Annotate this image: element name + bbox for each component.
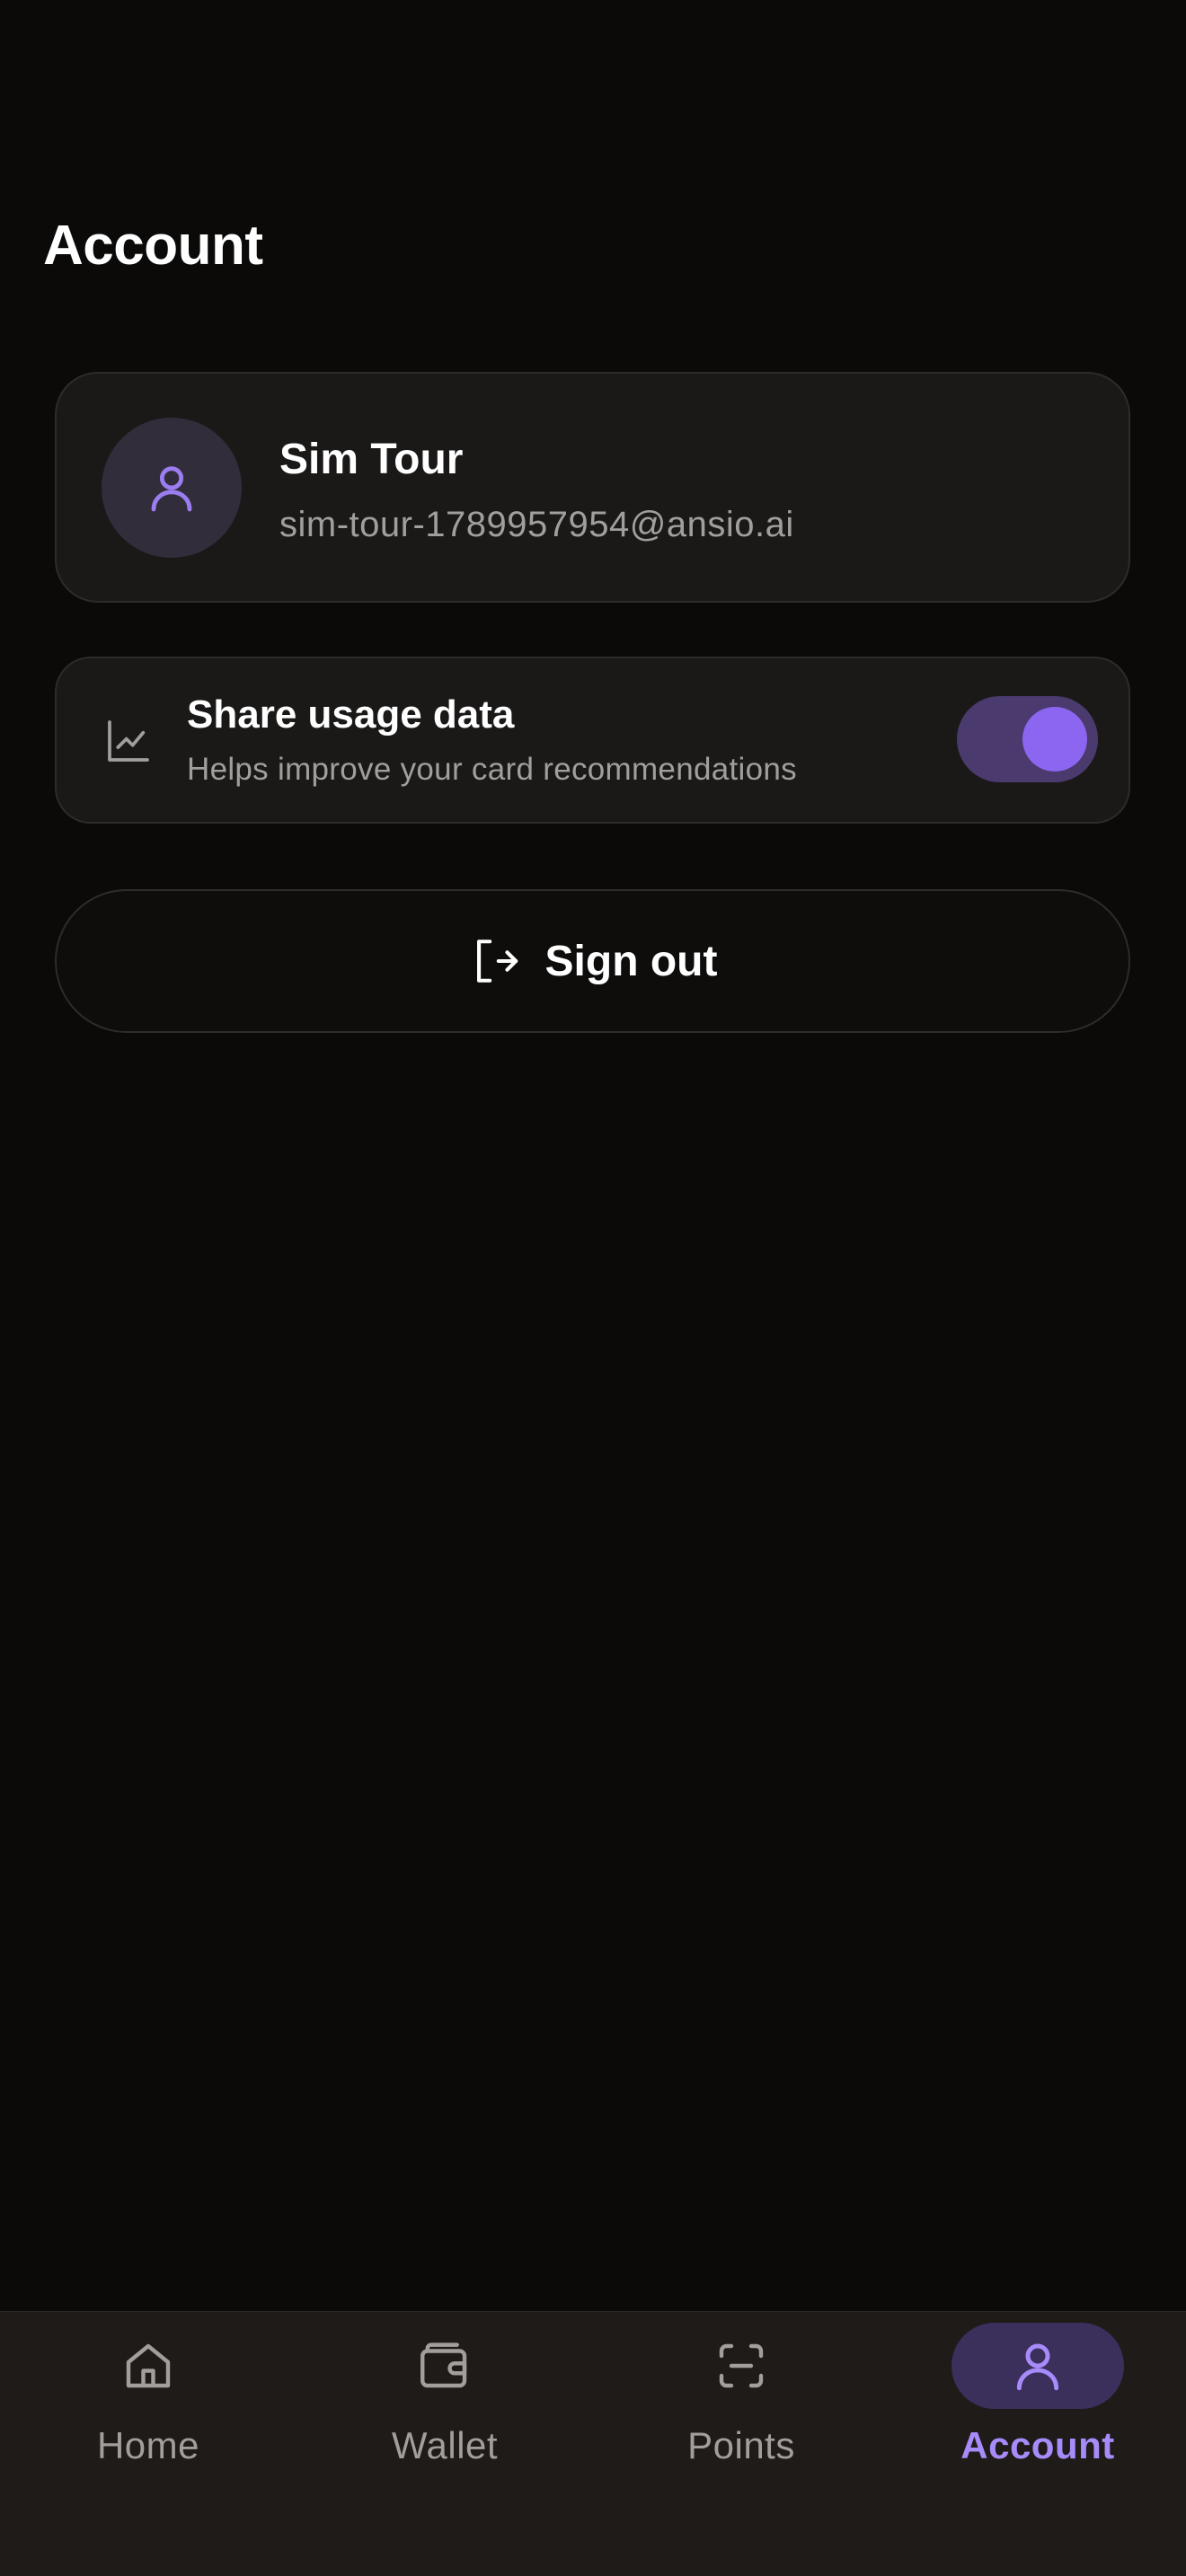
- tab-account-label: Account: [960, 2424, 1115, 2466]
- tab-home-icon-wrap: [62, 2323, 235, 2409]
- page-title: Account: [43, 215, 263, 277]
- share-usage-title: Share usage data: [187, 693, 515, 737]
- profile-name: Sim Tour: [279, 436, 464, 483]
- sign-out-label: Sign out: [544, 937, 718, 985]
- toggle-knob: [1022, 707, 1087, 772]
- home-icon: [126, 2343, 171, 2388]
- tab-points-label: Points: [687, 2424, 795, 2466]
- tab-home-label: Home: [96, 2424, 200, 2466]
- sign-out-button[interactable]: Sign out: [55, 889, 1130, 1033]
- profile-email: sim-tour-1789957954@ansio.ai: [279, 505, 794, 544]
- share-usage-subtitle: Helps improve your card recommendations: [187, 752, 797, 787]
- tab-wallet-icon-wrap: [358, 2323, 531, 2409]
- share-usage-row: Share usage data Helps improve your card…: [55, 657, 1130, 824]
- tab-points-icon-wrap: [655, 2323, 828, 2409]
- avatar: [102, 418, 242, 558]
- user-icon: [151, 466, 192, 512]
- profile-card[interactable]: Sim Tour sim-tour-1789957954@ansio.ai: [55, 372, 1130, 603]
- tab-account-icon-wrap: [951, 2323, 1124, 2409]
- tab-wallet[interactable]: Wallet: [296, 2312, 593, 2527]
- tab-home[interactable]: Home: [0, 2312, 296, 2527]
- wallet-icon: [420, 2342, 467, 2388]
- user-icon: [1016, 2343, 1059, 2391]
- tab-account[interactable]: Account: [890, 2312, 1186, 2527]
- account-screen: Account Sim Tour sim-tour-1789957954@ans…: [0, 0, 1186, 2576]
- tab-wallet-label: Wallet: [391, 2424, 499, 2466]
- scan-icon: [719, 2343, 764, 2388]
- chart-line-icon: [108, 720, 149, 762]
- bottom-tab-bar: Home Wallet Points Account: [0, 2311, 1186, 2576]
- sign-out-icon: [476, 940, 518, 983]
- share-usage-toggle[interactable]: [957, 696, 1098, 782]
- tab-points[interactable]: Points: [593, 2312, 890, 2527]
